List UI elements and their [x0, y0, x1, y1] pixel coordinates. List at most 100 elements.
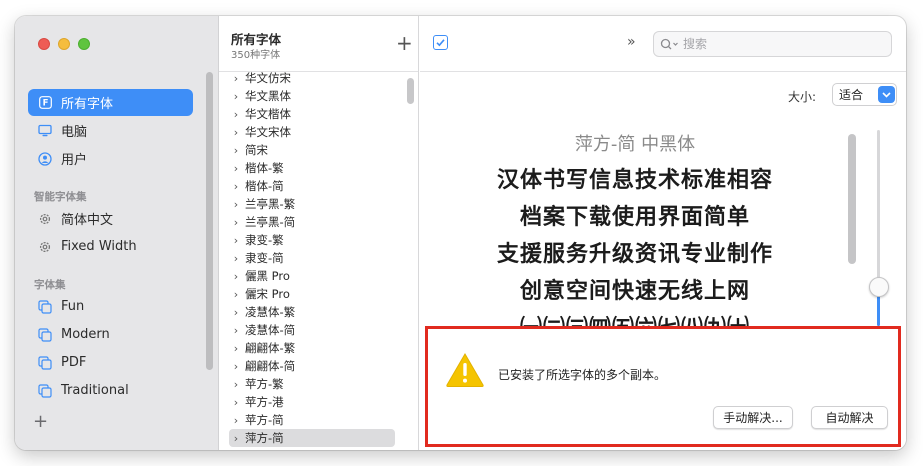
sidebar-item-pdf[interactable]: PDF	[28, 349, 193, 376]
font-family-name: 华文仿宋	[245, 71, 291, 85]
font-family-name: 华文宋体	[245, 125, 291, 139]
sidebar-item-traditional[interactable]: Traditional	[28, 377, 193, 404]
font-list-item[interactable]: › 兰亭黑-繁	[229, 195, 395, 213]
user-icon	[38, 151, 52, 166]
chevron-right-icon[interactable]: ›	[229, 324, 243, 337]
add-collection-button[interactable]: +	[33, 413, 48, 431]
font-family-name: 凌慧体-简	[245, 323, 296, 337]
font-list-item[interactable]: › 华文宋体	[229, 123, 395, 141]
sidebar-item-simplified-chinese[interactable]: 简体中文	[28, 205, 193, 232]
checkmark-icon	[436, 39, 445, 47]
font-list-item[interactable]: › 隶变-简	[229, 249, 395, 267]
chevron-right-icon[interactable]: ›	[229, 270, 243, 283]
chevron-right-icon[interactable]: ›	[229, 198, 243, 211]
font-family-name: 儷黑 Pro	[245, 269, 290, 283]
preview-scrollbar[interactable]	[848, 134, 856, 264]
chevron-right-icon[interactable]: ›	[229, 144, 243, 157]
font-list-item[interactable]: › 凌慧体-繁	[229, 303, 395, 321]
gear-icon	[38, 212, 52, 226]
sidebar-item-computer[interactable]: 电脑	[28, 117, 193, 144]
sidebar-scrollbar[interactable]	[206, 72, 213, 370]
font-list-scrollbar[interactable]	[407, 78, 414, 104]
size-slider-knob[interactable]	[869, 277, 889, 297]
collections-header: 字体集	[34, 279, 66, 291]
font-list-item[interactable]: › 楷体-简	[229, 177, 395, 195]
sidebar: F 所有字体 电脑 用户 智能字体集 简体中文 Fixed Width 字体集 …	[15, 16, 219, 450]
sidebar-item-label: Fun	[61, 299, 85, 314]
chevron-right-icon[interactable]: ›	[229, 342, 243, 355]
collection-icon	[38, 327, 52, 342]
chevron-down-icon	[878, 86, 895, 103]
font-family-name: 隶变-简	[245, 251, 284, 265]
font-family-name: 华文楷体	[245, 107, 291, 121]
toolbar-overflow-button[interactable]: »	[627, 34, 636, 50]
font-list-item[interactable]: › 苹方-繁	[229, 375, 395, 393]
add-font-button[interactable]: +	[396, 33, 413, 53]
sidebar-item-label: Traditional	[61, 383, 129, 398]
font-list-item[interactable]: › 简宋	[229, 141, 395, 159]
size-select[interactable]: 适合	[832, 83, 897, 106]
chevron-right-icon[interactable]: ›	[229, 360, 243, 373]
close-window-button[interactable]	[38, 38, 50, 50]
font-family-name: 苹方-简	[245, 413, 284, 427]
chevron-right-icon[interactable]: ›	[229, 432, 243, 445]
chevron-right-icon[interactable]: ›	[229, 378, 243, 391]
search-field[interactable]	[653, 31, 892, 57]
font-list-item[interactable]: › 华文楷体	[229, 105, 395, 123]
font-book-icon: F	[38, 96, 52, 110]
font-list-item[interactable]: › 隶变-繁	[229, 231, 395, 249]
font-family-name: 楷体-简	[245, 179, 284, 193]
chevron-right-icon[interactable]: ›	[229, 162, 243, 175]
zoom-window-button[interactable]	[78, 38, 90, 50]
chevron-right-icon[interactable]: ›	[229, 306, 243, 319]
font-family-name: 翩翩体-繁	[245, 341, 296, 355]
font-list-item[interactable]: › 儷黑 Pro	[229, 267, 395, 285]
warning-icon	[446, 353, 484, 387]
search-input[interactable]	[683, 37, 873, 51]
font-list-item[interactable]: › 兰亭黑-简	[229, 213, 395, 231]
chevron-right-icon[interactable]: ›	[229, 180, 243, 193]
minimize-window-button[interactable]	[58, 38, 70, 50]
font-list-item[interactable]: › 苹方-港	[229, 393, 395, 411]
font-list-item[interactable]: › 楷体-繁	[229, 159, 395, 177]
search-icon	[660, 38, 678, 49]
chevron-right-icon[interactable]: ›	[229, 414, 243, 427]
size-slider-fill	[877, 296, 880, 326]
font-list-item[interactable]: › 凌慧体-简	[229, 321, 395, 339]
font-list-item[interactable]: › 萍方-简	[229, 429, 395, 447]
font-list-item[interactable]: › 华文仿宋	[229, 69, 395, 87]
resolve-manually-button[interactable]: 手动解决...	[713, 406, 793, 429]
chevron-right-icon[interactable]: ›	[229, 108, 243, 121]
size-value: 适合	[839, 88, 864, 102]
sidebar-item-fun[interactable]: Fun	[28, 293, 193, 320]
font-list-item[interactable]: › 华文黑体	[229, 87, 395, 105]
chevron-right-icon[interactable]: ›	[229, 252, 243, 265]
sidebar-item-fixed-width[interactable]: Fixed Width	[28, 233, 193, 260]
font-list-pane: 所有字体 350种字体 + › 华文仿宋 › 华文黑体 › 华文楷体 › 华文宋体 › 简宋 › 楷体…	[219, 16, 419, 450]
chevron-right-icon[interactable]: ›	[229, 90, 243, 103]
font-family-name: 华文黑体	[245, 89, 291, 103]
sidebar-item-label: Modern	[61, 327, 110, 342]
validate-font-button[interactable]	[433, 35, 448, 50]
font-list-item[interactable]: › 翩翩体-繁	[229, 339, 395, 357]
sidebar-item-label: 简体中文	[61, 213, 114, 228]
sidebar-item-all-fonts[interactable]: F 所有字体	[28, 89, 193, 116]
chevron-right-icon[interactable]: ›	[229, 216, 243, 229]
preview-sample-line: 创意空间快速无线上网	[519, 279, 750, 304]
resolve-automatically-button[interactable]: 自动解决	[811, 406, 888, 429]
chevron-right-icon[interactable]: ›	[229, 126, 243, 139]
font-list-item[interactable]: › 儷宋 Pro	[229, 285, 395, 303]
font-family-name: 隶变-繁	[245, 233, 284, 247]
font-list-item[interactable]: › 翩翩体-简	[229, 357, 395, 375]
chevron-right-icon[interactable]: ›	[229, 234, 243, 247]
gear-icon	[38, 240, 52, 254]
collection-icon	[38, 299, 52, 314]
sidebar-item-user[interactable]: 用户	[28, 145, 193, 172]
font-list-item[interactable]: › 苹方-简	[229, 411, 395, 429]
chevron-right-icon[interactable]: ›	[229, 396, 243, 409]
chevron-right-icon[interactable]: ›	[229, 72, 243, 85]
collection-icon	[38, 383, 52, 398]
sidebar-item-modern[interactable]: Modern	[28, 321, 193, 348]
font-family-name: 兰亭黑-简	[245, 215, 296, 229]
chevron-right-icon[interactable]: ›	[229, 288, 243, 301]
